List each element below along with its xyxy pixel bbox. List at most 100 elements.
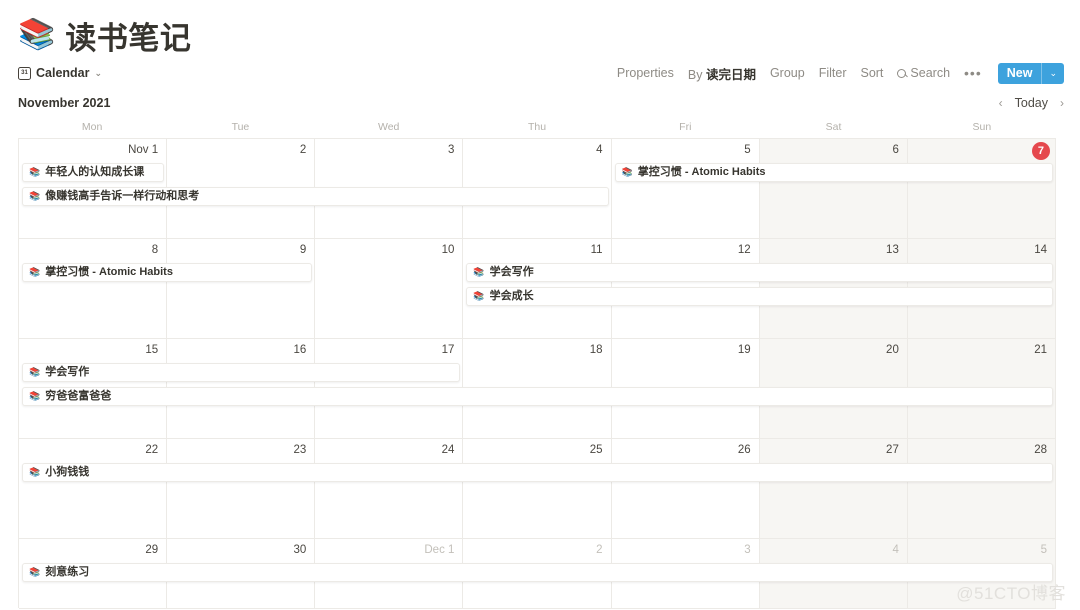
calendar-week-row: 22 23 24 25 26 27 28 📚 小狗钱钱	[19, 439, 1056, 539]
weekday-label-sun: Sun	[972, 121, 992, 133]
day-number: 22	[145, 444, 159, 456]
day-number: 8	[151, 244, 159, 256]
day-number: 3	[744, 544, 751, 556]
search-icon	[897, 68, 907, 78]
day-number: 28	[1034, 444, 1047, 456]
books-emoji: 📚	[18, 18, 56, 51]
calendar-event[interactable]: 📚 穷爸爸富爸爸	[22, 387, 1053, 406]
day-number: 10	[441, 244, 455, 256]
day-number: 18	[589, 344, 603, 356]
day-cell[interactable]: 28	[907, 439, 1056, 539]
day-number: 6	[892, 144, 899, 156]
day-number: 17	[441, 344, 455, 356]
next-month-button[interactable]: ›	[1060, 96, 1064, 110]
prev-month-button[interactable]: ‹	[999, 96, 1003, 110]
calendar-event-title: 学会写作	[45, 366, 90, 378]
books-emoji: 📚	[29, 267, 41, 277]
day-number: 13	[886, 244, 899, 256]
day-cell[interactable]: 8	[19, 239, 168, 339]
new-button-label: New	[1006, 66, 1033, 80]
sort-by-button[interactable]: By 读完日期	[688, 64, 756, 83]
day-cell[interactable]: 24	[315, 439, 464, 539]
calendar-icon: 31	[18, 66, 31, 80]
day-number: 26	[737, 444, 751, 456]
calendar-week-row: 8 9 10 11 12 13 14 📚 掌控习惯 - Atomic Habits 📚 学会写作 📚 学…	[19, 239, 1056, 339]
weekday-label-tue: Tue	[231, 121, 250, 133]
day-number: 9	[299, 244, 307, 256]
calendar-event[interactable]: 📚 像赚钱高手告诉一样行动和思考	[22, 187, 609, 206]
search-button[interactable]: Search	[897, 66, 950, 80]
search-label: Search	[910, 66, 951, 80]
day-number: 27	[886, 444, 899, 456]
calendar-event-title: 刻意练习	[45, 566, 90, 578]
calendar-event-title: 学会成长	[489, 290, 534, 302]
day-number: 5	[1040, 544, 1047, 556]
day-cell[interactable]: 9	[167, 239, 316, 339]
day-cell[interactable]: 5	[611, 139, 760, 239]
today-button[interactable]: Today	[1015, 96, 1048, 110]
day-number: 11	[590, 244, 603, 256]
sort-button[interactable]: Sort	[860, 66, 883, 80]
books-emoji: 📚	[29, 191, 41, 201]
toolbar: 31 Calendar ⌄ Properties By 读完日期 Group F…	[0, 56, 1080, 90]
day-number: 15	[145, 344, 159, 356]
calendar-event-title: 年轻人的认知成长课	[45, 166, 145, 178]
more-options-button[interactable]: •••	[964, 65, 982, 81]
filter-button[interactable]: Filter	[819, 66, 847, 80]
properties-button[interactable]: Properties	[617, 66, 674, 80]
books-emoji: 📚	[29, 167, 41, 177]
calendar-event[interactable]: 📚 掌控习惯 - Atomic Habits	[22, 263, 313, 282]
books-emoji: 📚	[29, 567, 41, 577]
calendar-event[interactable]: 📚 年轻人的认知成长课	[22, 163, 165, 182]
books-emoji: 📚	[29, 467, 41, 477]
day-cell[interactable]: 22	[19, 439, 168, 539]
day-number: 30	[293, 544, 307, 556]
chevron-down-icon[interactable]: ⌄	[1042, 68, 1064, 79]
day-number: 16	[293, 344, 307, 356]
day-number: 4	[892, 544, 899, 556]
view-tab-calendar[interactable]: 31 Calendar ⌄	[18, 66, 102, 80]
day-number: Dec 1	[424, 544, 455, 556]
new-button[interactable]: New ⌄	[997, 62, 1064, 84]
sort-by-prefix: By	[687, 67, 706, 82]
weekday-label-mon: Mon	[81, 121, 103, 133]
calendar-event[interactable]: 📚 刻意练习	[22, 563, 1053, 582]
day-cell[interactable]: 10	[315, 239, 464, 339]
day-number: 3	[448, 144, 455, 156]
day-number: 12	[737, 244, 751, 256]
calendar-event[interactable]: 📚 学会写作	[22, 363, 461, 382]
page-title: 读书笔记	[65, 20, 192, 56]
month-label: November 2021	[18, 96, 111, 110]
day-cell[interactable]: 27	[759, 439, 908, 539]
toolbar-actions: Properties By 读完日期 Group Filter Sort Sea…	[617, 62, 1064, 84]
weekday-header: Mon Tue Wed Thu Fri Sat Sun	[18, 116, 1056, 138]
calendar-week-row: Nov 1 2 3 4 5 6 7 📚 年轻人的认知成长课 📚 像赚钱高手告诉一样行动和思考 📚 掌控习…	[19, 139, 1056, 239]
today-date-badge: 7	[1031, 142, 1050, 160]
day-cell[interactable]: 26	[611, 439, 760, 539]
calendar-navigation: ‹ Today ›	[999, 96, 1064, 110]
calendar-event[interactable]: 📚 学会成长	[466, 287, 1053, 306]
calendar-grid: Nov 1 2 3 4 5 6 7 📚 年轻人的认知成长课 📚 像赚钱高手告诉一样行动和思考 📚 掌控习…	[18, 138, 1056, 609]
calendar-event[interactable]: 📚 小狗钱钱	[22, 463, 1053, 482]
calendar-event[interactable]: 📚 掌控习惯 - Atomic Habits	[614, 163, 1053, 182]
books-emoji: 📚	[29, 391, 41, 401]
day-cell[interactable]: 6	[759, 139, 908, 239]
chevron-down-icon: ⌄	[94, 67, 103, 78]
sort-by-value: 读完日期	[705, 67, 756, 82]
day-cell[interactable]: 23	[167, 439, 316, 539]
month-bar: November 2021 ‹ Today ›	[0, 90, 1080, 116]
day-cell[interactable]: 25	[463, 439, 612, 539]
calendar-event[interactable]: 📚 学会写作	[466, 263, 1053, 282]
day-number: 5	[744, 144, 751, 156]
group-button[interactable]: Group	[770, 66, 805, 80]
books-emoji: 📚	[621, 167, 633, 177]
day-cell[interactable]: 7	[907, 139, 1056, 239]
day-number: 19	[737, 344, 751, 356]
day-number: 20	[886, 344, 899, 356]
day-number: 21	[1034, 344, 1047, 356]
calendar-event-title: 掌控习惯 - Atomic Habits	[45, 266, 173, 278]
calendar-event-title: 掌控习惯 - Atomic Habits	[637, 166, 766, 178]
day-number: 23	[293, 444, 307, 456]
calendar-event-title: 穷爸爸富爸爸	[45, 390, 112, 402]
day-number: 4	[596, 144, 603, 156]
